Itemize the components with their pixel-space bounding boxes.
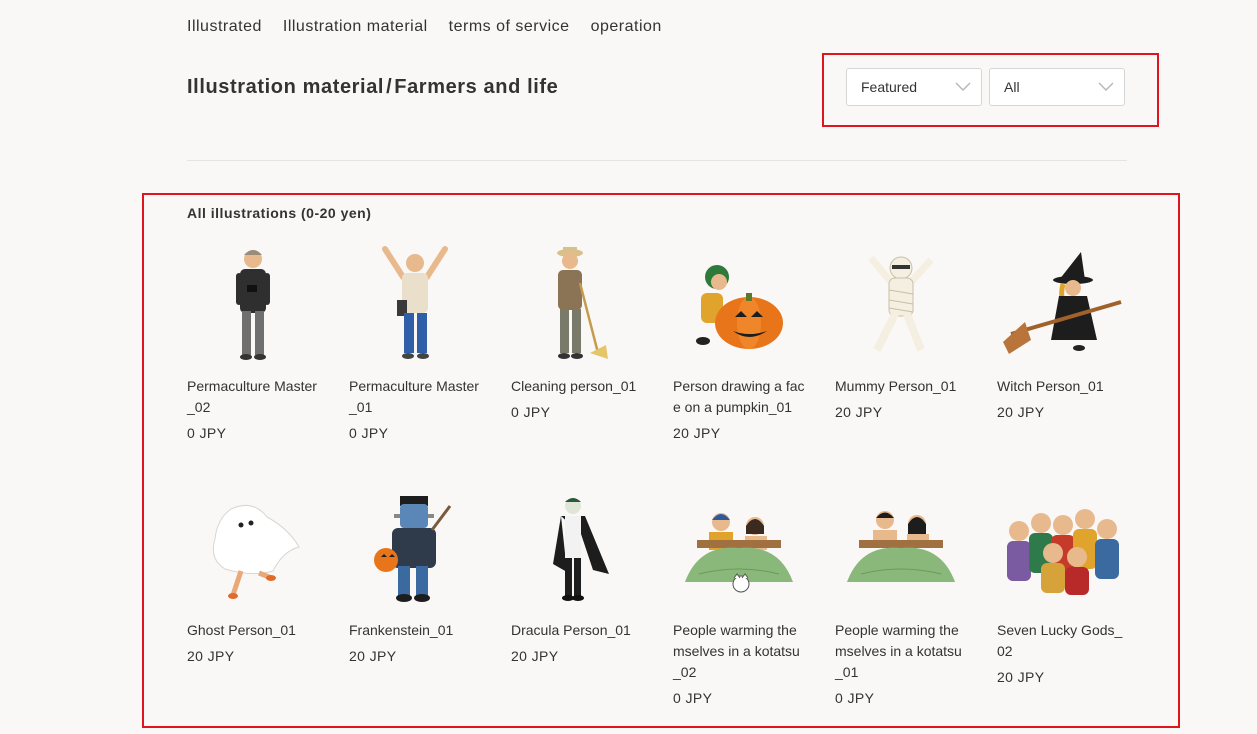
dracula-illustration[interactable] [511, 484, 643, 614]
illustration-name[interactable]: Cleaning person_01 [511, 376, 643, 397]
illustration-card[interactable]: Permaculture Master_01 0 JPY [349, 240, 481, 444]
nav-operation[interactable]: operation [591, 18, 662, 36]
illustration-price: 0 JPY [511, 404, 551, 420]
page-title: Illustration material / Farmers and life [187, 76, 558, 99]
category-select-value: All [1004, 79, 1020, 95]
illustration-price: 20 JPY [997, 669, 1045, 685]
kotatsu-cat-illustration[interactable] [673, 484, 805, 614]
illustration-name[interactable]: Dracula Person_01 [511, 620, 643, 641]
illustration-card[interactable]: Dracula Person_01 20 JPY [511, 484, 643, 667]
breadcrumb-parent[interactable]: Illustration material [187, 76, 384, 98]
ghost-illustration[interactable] [187, 484, 319, 614]
illustration-name[interactable]: Frankenstein_01 [349, 620, 481, 641]
old-man-arms-raised-illustration[interactable] [349, 240, 481, 370]
illustration-name[interactable]: Person drawing a face on a pumpkin_01 [673, 376, 805, 418]
illustration-card[interactable]: Seven Lucky Gods_02 20 JPY [997, 484, 1129, 688]
illustration-name[interactable]: Mummy Person_01 [835, 376, 967, 397]
section-title: All illustrations (0-20 yen) [187, 205, 372, 221]
illustration-card[interactable]: Frankenstein_01 20 JPY [349, 484, 481, 667]
illustration-name[interactable]: Permaculture Master_01 [349, 376, 481, 418]
nav-terms-of-service[interactable]: terms of service [449, 18, 570, 36]
seven-lucky-gods-illustration[interactable] [997, 484, 1129, 614]
frankenstein-illustration[interactable] [349, 484, 481, 614]
illustration-card[interactable]: People warming themselves in a kotatsu_0… [835, 484, 967, 709]
pumpkin-carving-illustration[interactable] [673, 240, 805, 370]
illustration-name[interactable]: People warming themselves in a kotatsu_0… [835, 620, 967, 683]
category-select[interactable]: All [989, 68, 1125, 106]
illustration-price: 20 JPY [511, 648, 559, 664]
old-man-camera-illustration[interactable] [187, 240, 319, 370]
illustration-price: 20 JPY [673, 425, 721, 441]
illustration-card[interactable]: Cleaning person_01 0 JPY [511, 240, 643, 423]
illustration-card[interactable]: Person drawing a face on a pumpkin_01 20… [673, 240, 805, 444]
illustrations-section: All illustrations (0-20 yen) Permacultur… [142, 193, 1180, 728]
illustration-name[interactable]: People warming themselves in a kotatsu_0… [673, 620, 805, 683]
nav-illustration-material[interactable]: Illustration material [283, 18, 428, 36]
illustration-price: 0 JPY [349, 425, 389, 441]
illustration-card[interactable]: People warming themselves in a kotatsu_0… [673, 484, 805, 709]
mummy-illustration[interactable] [835, 240, 967, 370]
breadcrumb-separator: / [386, 76, 393, 98]
illustration-price: 20 JPY [997, 404, 1045, 420]
illustration-price: 0 JPY [673, 690, 713, 706]
illustration-price: 0 JPY [835, 690, 875, 706]
illustration-card[interactable]: Permaculture Master_02 0 JPY [187, 240, 319, 444]
illustration-price: 20 JPY [187, 648, 235, 664]
illustration-name[interactable]: Seven Lucky Gods_02 [997, 620, 1129, 662]
illustration-name[interactable]: Ghost Person_01 [187, 620, 319, 641]
illustration-price: 0 JPY [187, 425, 227, 441]
illustration-name[interactable]: Witch Person_01 [997, 376, 1129, 397]
illustration-price: 20 JPY [349, 648, 397, 664]
illustration-price: 20 JPY [835, 404, 883, 420]
sort-select[interactable]: Featured [846, 68, 982, 106]
kotatsu-illustration[interactable] [835, 484, 967, 614]
illustration-name[interactable]: Permaculture Master_02 [187, 376, 319, 418]
illustration-card[interactable]: Ghost Person_01 20 JPY [187, 484, 319, 667]
chevron-down-icon [1098, 82, 1114, 91]
breadcrumb-current: Farmers and life [394, 76, 559, 98]
illustration-card[interactable]: Mummy Person_01 20 JPY [835, 240, 967, 423]
chevron-down-icon [955, 82, 971, 91]
sort-select-value: Featured [861, 79, 918, 95]
witch-on-broom-illustration[interactable] [997, 240, 1129, 370]
filter-highlight-box: Featured All [822, 53, 1159, 127]
top-nav: Illustrated Illustration material terms … [187, 18, 662, 36]
person-with-rake-illustration[interactable] [511, 240, 643, 370]
illustration-card[interactable]: Witch Person_01 20 JPY [997, 240, 1129, 423]
divider [187, 160, 1127, 161]
nav-illustrated[interactable]: Illustrated [187, 18, 262, 36]
